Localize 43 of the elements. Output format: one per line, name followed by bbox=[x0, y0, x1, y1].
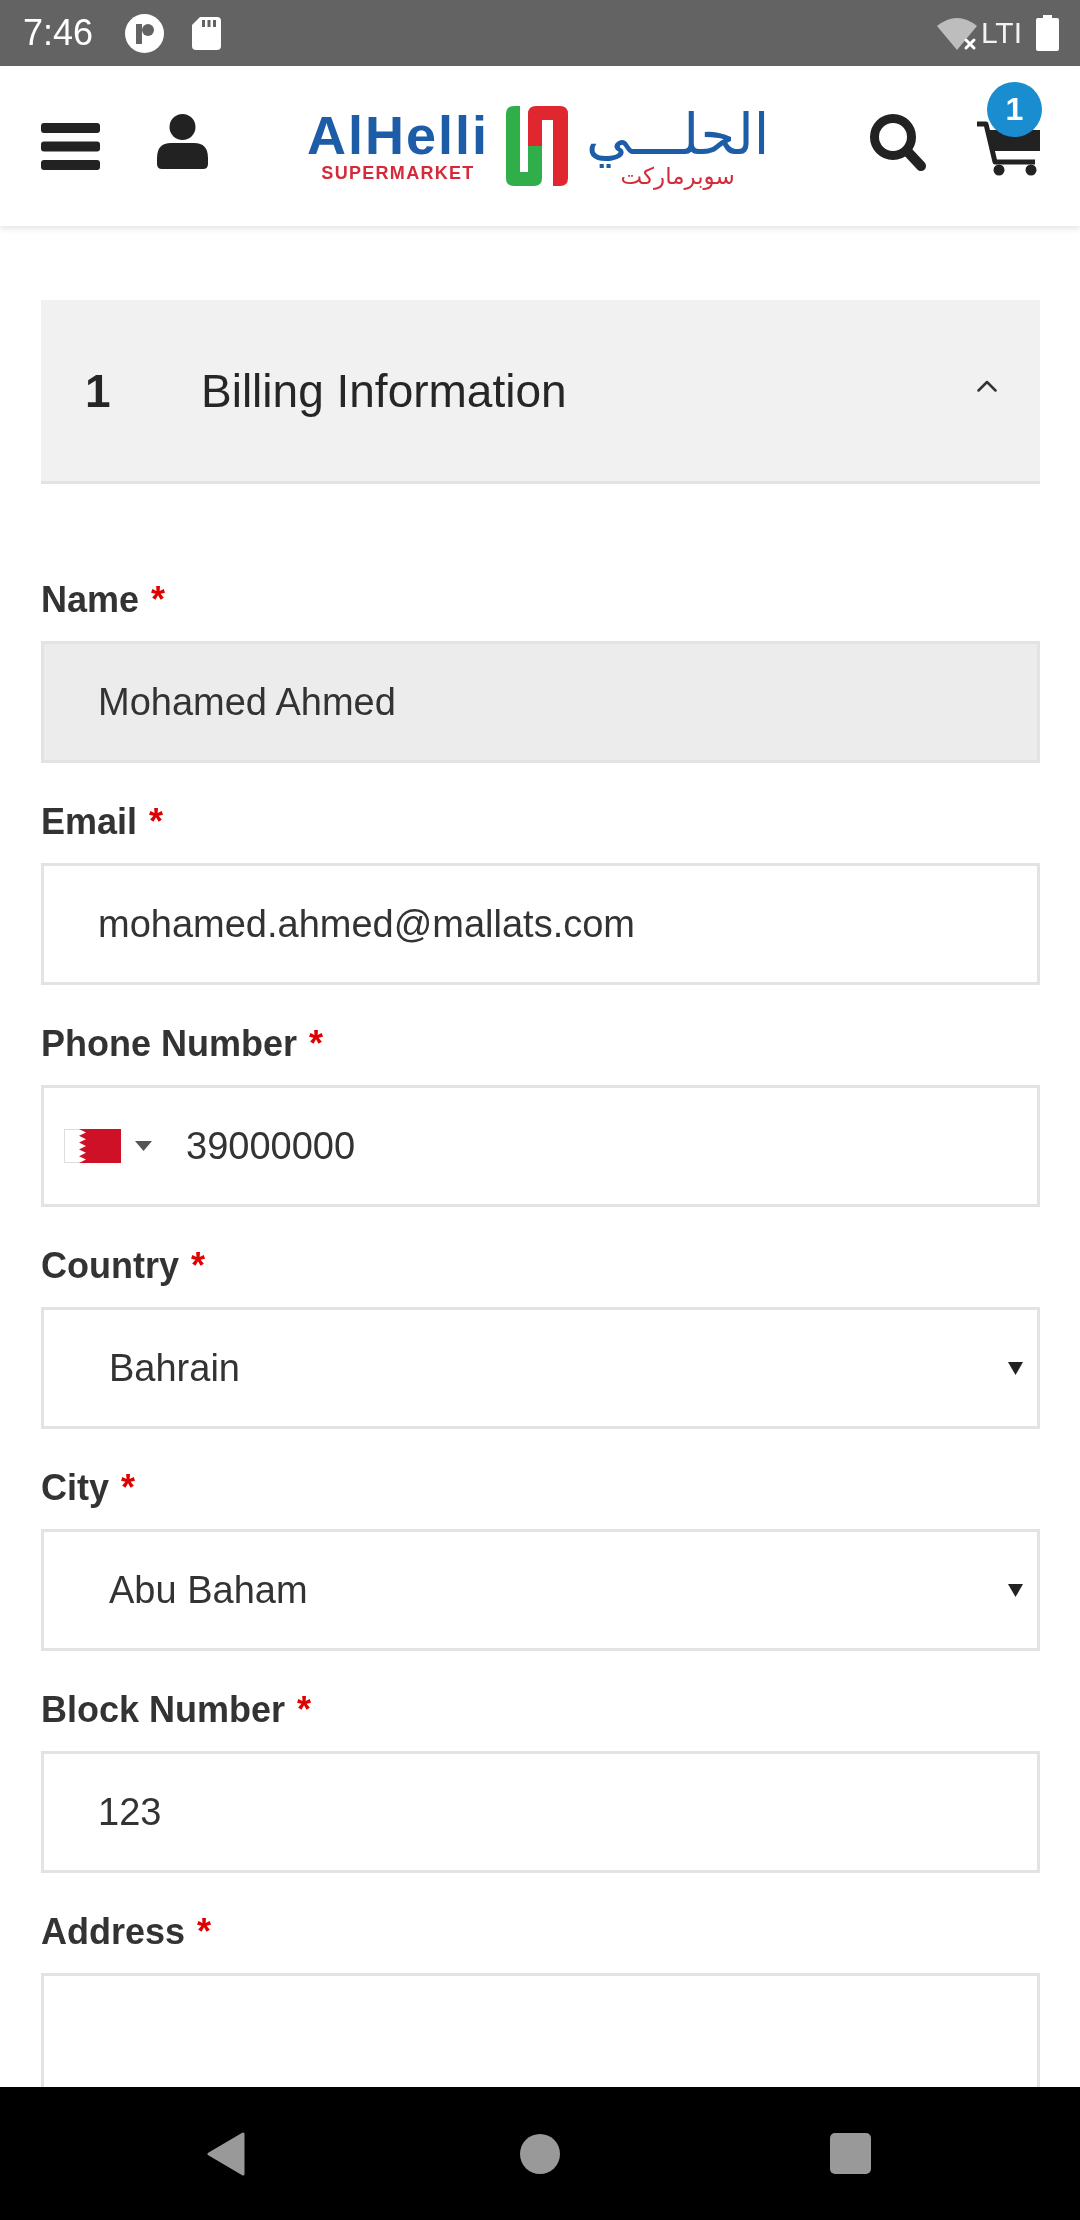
logo-tagline: SUPERMARKET bbox=[321, 162, 475, 184]
field-label: Phone Number bbox=[41, 1022, 298, 1066]
required-mark: * bbox=[297, 1688, 312, 1732]
sd-card-icon bbox=[192, 16, 222, 50]
section-header[interactable]: 1 Billing Information bbox=[41, 300, 1040, 484]
required-mark: * bbox=[191, 1244, 205, 1288]
field-label: Country bbox=[41, 1244, 179, 1288]
select-dropdown[interactable]: Abu Baham bbox=[41, 1529, 1040, 1651]
required-mark: * bbox=[151, 578, 166, 622]
battery-icon bbox=[1036, 15, 1059, 51]
notification-icon bbox=[125, 13, 165, 53]
caret-icon bbox=[1008, 1583, 1023, 1597]
select-dropdown[interactable]: Bahrain bbox=[41, 1307, 1040, 1429]
text-input[interactable]: Mohamed Ahmed bbox=[41, 641, 1040, 763]
home-icon[interactable] bbox=[520, 2133, 560, 2174]
required-mark: * bbox=[149, 800, 164, 844]
required-mark: * bbox=[309, 1022, 324, 1066]
flag-icon[interactable] bbox=[64, 1129, 121, 1163]
person-icon[interactable] bbox=[157, 113, 208, 169]
network-type-text: LTI bbox=[980, 16, 1022, 50]
field-label: Block Number bbox=[41, 1688, 286, 1732]
caret-icon bbox=[1008, 1361, 1023, 1375]
menu-icon[interactable] bbox=[41, 122, 100, 170]
field-label: City bbox=[41, 1466, 109, 1510]
status-time: 7:46 bbox=[23, 13, 94, 53]
chevron-up-icon[interactable] bbox=[977, 379, 997, 392]
section-title: Billing Information bbox=[201, 363, 567, 418]
field-label: Address bbox=[41, 1910, 186, 1954]
step-number: 1 bbox=[85, 363, 112, 418]
caret-icon[interactable] bbox=[135, 1141, 152, 1151]
logo-text: AlHelli bbox=[307, 108, 490, 162]
field-label: Name bbox=[41, 578, 140, 622]
cart-count-badge: 1 bbox=[987, 82, 1042, 137]
wifi-off-icon bbox=[936, 15, 977, 51]
phone-input[interactable]: 39000000 bbox=[41, 1085, 1040, 1207]
required-mark: * bbox=[121, 1466, 136, 1510]
text-input[interactable]: 123 bbox=[41, 1751, 1040, 1873]
logo-mark-icon bbox=[506, 106, 569, 186]
required-mark: * bbox=[197, 1910, 212, 1954]
field-label: Email bbox=[41, 800, 138, 844]
search-icon[interactable] bbox=[869, 112, 927, 172]
back-icon[interactable] bbox=[207, 2131, 245, 2176]
text-input[interactable]: mohamed.ahmed@mallats.com bbox=[41, 863, 1040, 985]
